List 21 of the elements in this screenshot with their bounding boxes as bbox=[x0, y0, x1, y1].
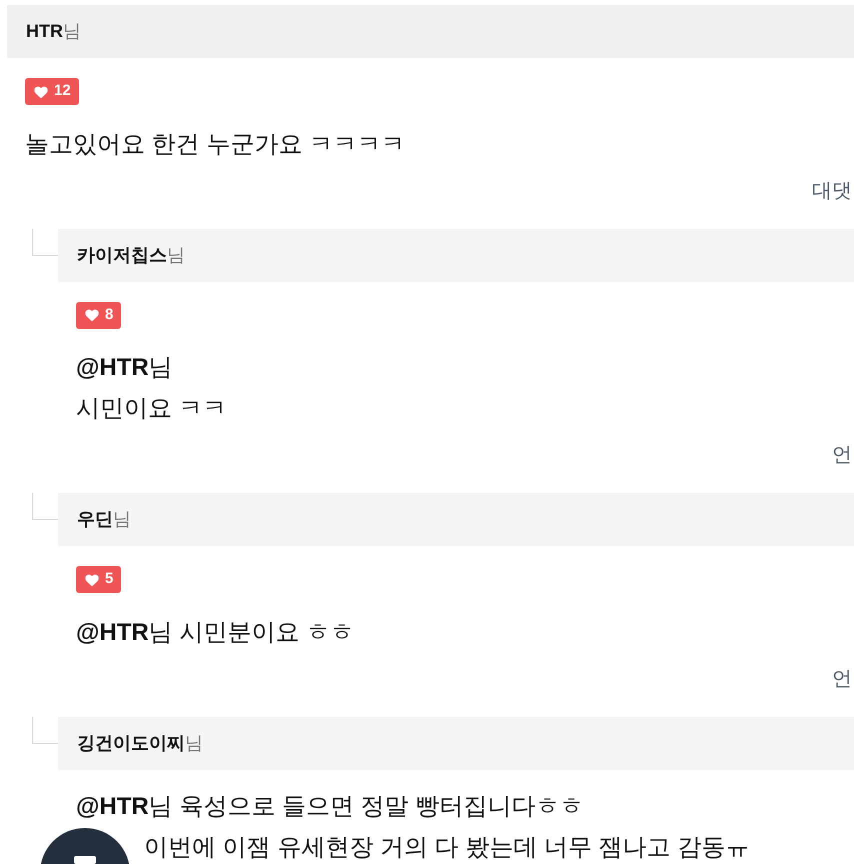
comment-text: 놀고있어요 한건 누군가요 ㅋㅋㅋㅋ bbox=[25, 130, 406, 160]
page-icon bbox=[74, 856, 96, 864]
author-suffix: 님 bbox=[63, 20, 81, 43]
author-name[interactable]: HTR bbox=[26, 18, 63, 45]
comment-text: @HTR님 bbox=[76, 353, 173, 383]
heart-icon bbox=[84, 572, 100, 588]
reply-link[interactable]: 언 bbox=[832, 664, 852, 716]
reply-link[interactable]: 대댓 bbox=[812, 176, 852, 228]
comment-text: @HTR님 육성으로 들으면 정말 빵터집니다ㅎㅎ bbox=[76, 792, 584, 822]
comment-text: 시민이요 ㅋㅋ bbox=[76, 394, 227, 424]
heart-icon bbox=[33, 84, 49, 100]
author-suffix: 님 bbox=[167, 244, 185, 266]
author-name[interactable]: 카이저칩스 bbox=[77, 242, 167, 268]
heart-icon bbox=[84, 307, 100, 323]
comment-text: 이번에 이잼 유세현장 거의 다 봤는데 너무 잼나고 감동ㅠ bbox=[144, 832, 750, 862]
reply-link[interactable]: 언 bbox=[832, 441, 852, 493]
author-suffix: 님 bbox=[113, 508, 131, 531]
author-name[interactable]: 우딘 bbox=[77, 506, 113, 533]
author-suffix: 님 bbox=[185, 732, 203, 754]
comment-text: @HTR님 시민분이요 ㅎㅎ bbox=[76, 618, 354, 648]
author-name[interactable]: 깅건이도이찌 bbox=[77, 730, 185, 756]
